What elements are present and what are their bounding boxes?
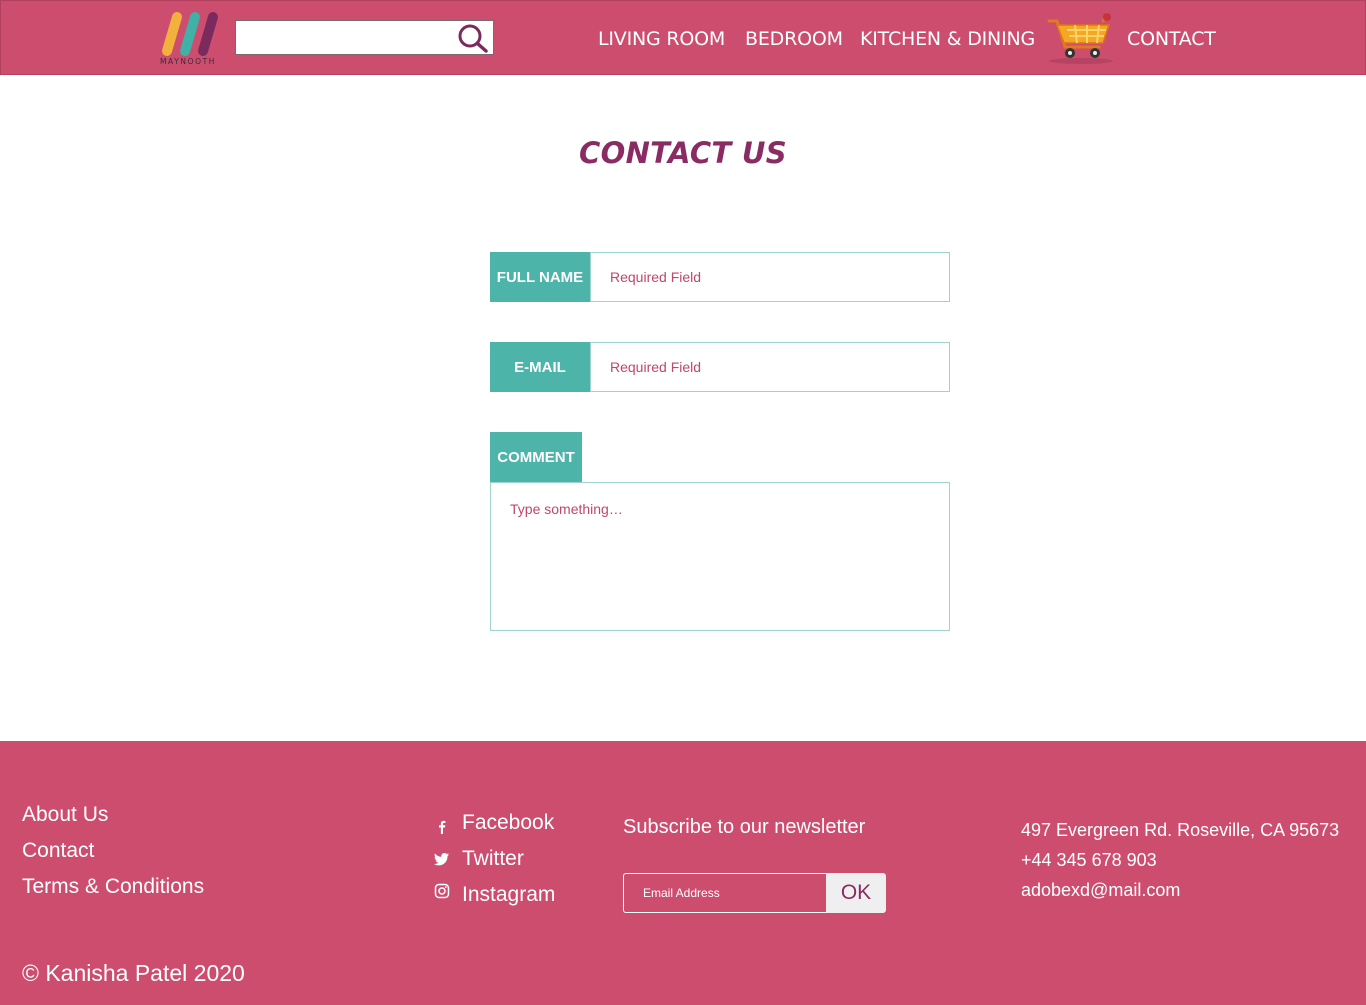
search-input[interactable] [236, 21, 451, 54]
nav-living-room[interactable]: LIVING ROOM [598, 26, 725, 52]
newsletter-title: Subscribe to our newsletter [623, 816, 866, 838]
full-name-field[interactable] [590, 252, 950, 302]
footer-link-twitter[interactable]: Twitter [462, 847, 524, 871]
maynooth-logo[interactable]: MAYNOOTH [159, 9, 225, 67]
copyright-text: © Kanisha Patel 2020 [22, 960, 245, 986]
newsletter-email-field[interactable] [623, 873, 827, 913]
site-header: MAYNOOTH LIVING ROOM BEDROOM KITCHEN & D… [0, 0, 1366, 75]
comment-label: COMMENT [490, 432, 582, 482]
footer-phone: +44 345 678 903 [1021, 850, 1157, 870]
logo-wordmark: MAYNOOTH [159, 57, 217, 66]
full-name-row: FULL NAME [490, 252, 950, 302]
footer-link-contact[interactable]: Contact [22, 839, 94, 863]
cart-icon[interactable] [1045, 11, 1117, 65]
facebook-icon[interactable] [434, 819, 450, 835]
search-icon[interactable] [457, 23, 489, 53]
logo-stripes-icon [162, 12, 218, 56]
instagram-icon[interactable] [434, 883, 450, 899]
footer-link-instagram[interactable]: Instagram [462, 883, 555, 907]
newsletter-ok-button[interactable]: OK [826, 873, 886, 913]
nav-kitchen-dining[interactable]: KITCHEN & DINING [860, 26, 1035, 52]
search-bar [235, 20, 494, 55]
email-field[interactable] [590, 342, 950, 392]
nav-contact[interactable]: CONTACT [1127, 26, 1216, 52]
page-title: CONTACT US [579, 136, 787, 170]
site-footer: About Us Contact Terms & Conditions Face… [0, 741, 1366, 1005]
footer-email[interactable]: adobexd@mail.com [1021, 880, 1180, 901]
footer-address: 497 Evergreen Rd. Roseville, CA 95673 [1021, 820, 1340, 840]
comment-field[interactable] [490, 482, 950, 631]
full-name-label: FULL NAME [490, 252, 590, 302]
email-label: E-MAIL [490, 342, 590, 392]
footer-link-terms[interactable]: Terms & Conditions [22, 875, 204, 899]
nav-bedroom[interactable]: BEDROOM [745, 26, 843, 52]
footer-link-about[interactable]: About Us [22, 803, 108, 827]
twitter-icon[interactable] [434, 851, 450, 867]
footer-link-facebook[interactable]: Facebook [462, 811, 554, 835]
email-row: E-MAIL [490, 342, 950, 392]
